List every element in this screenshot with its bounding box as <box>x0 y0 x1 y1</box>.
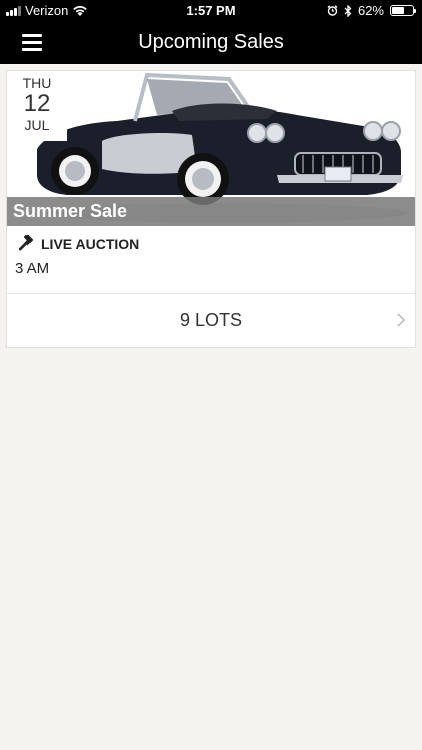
battery-fill <box>392 7 405 14</box>
status-bar: Verizon 1:57 PM 62% <box>0 0 422 22</box>
sale-title: Summer Sale <box>13 201 128 221</box>
sale-card[interactable]: THU 12 JUL Summer Sale LIVE AUCTION 3 AM… <box>6 70 416 348</box>
nav-bar: Upcoming Sales <box>0 22 422 64</box>
sale-day: 12 <box>23 90 51 117</box>
sale-month: JUL <box>24 117 50 133</box>
auction-type-label: LIVE AUCTION <box>41 236 140 252</box>
alarm-icon <box>327 5 338 16</box>
page-title: Upcoming Sales <box>138 31 284 53</box>
sale-title-band: Summer Sale <box>7 197 415 226</box>
sale-date-badge: THU 12 JUL <box>7 71 67 141</box>
battery-percent: 62% <box>357 3 384 18</box>
bluetooth-icon <box>344 4 352 17</box>
sale-day-of-week: THU <box>22 75 52 91</box>
lots-label: 9 LOTS <box>179 310 243 330</box>
lots-button[interactable]: 9 LOTS <box>7 293 415 347</box>
auction-type-row: LIVE AUCTION <box>17 235 139 253</box>
chevron-right-icon <box>397 313 405 327</box>
gavel-icon <box>18 235 34 251</box>
sale-time: 3 AM <box>15 260 50 277</box>
status-right: 62% <box>327 3 416 18</box>
battery-icon <box>390 5 416 16</box>
sale-hero-image[interactable]: THU 12 JUL Summer Sale <box>7 71 415 226</box>
